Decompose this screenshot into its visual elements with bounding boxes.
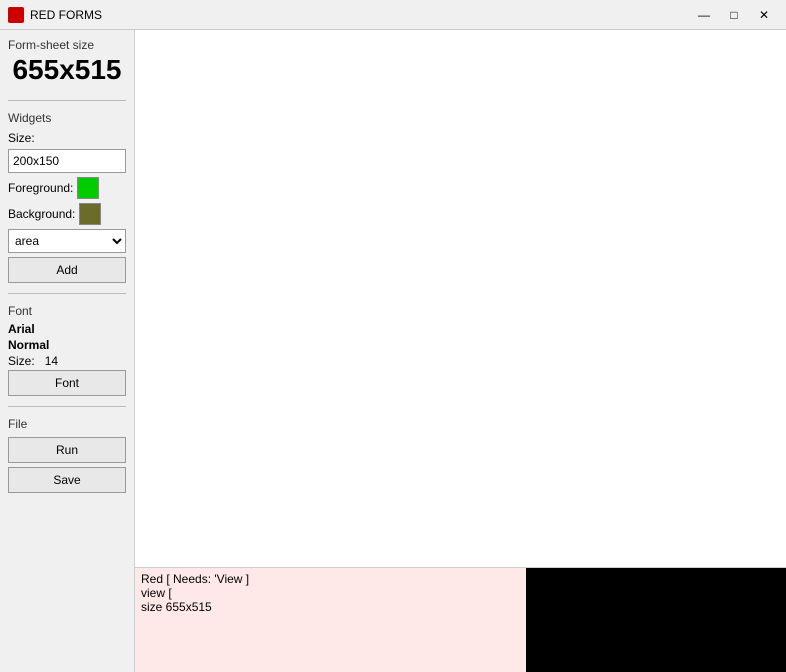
- font-size-row: Size: 14: [8, 354, 126, 368]
- status-right: [526, 567, 786, 672]
- status-line-1: Red [ Needs: 'View ]: [141, 572, 520, 586]
- foreground-label: Foreground:: [8, 181, 73, 195]
- add-button[interactable]: Add: [8, 257, 126, 283]
- font-name: Arial: [8, 322, 126, 336]
- status-line-2: view [: [141, 586, 520, 600]
- font-size-value: 14: [45, 354, 58, 368]
- divider-3: [8, 406, 126, 407]
- form-sheet-size-value: 655x515: [8, 54, 126, 86]
- font-style: Normal: [8, 338, 126, 352]
- size-row: Size:: [8, 131, 126, 145]
- app-icon: [8, 7, 24, 23]
- divider-1: [8, 100, 126, 101]
- widgets-section: Widgets Size: Foreground: Background: ar…: [8, 111, 126, 283]
- minimize-button[interactable]: —: [690, 4, 718, 26]
- font-size-label: Size:: [8, 354, 35, 368]
- title-bar-title: RED FORMS: [30, 8, 690, 22]
- foreground-color-box[interactable]: [77, 177, 99, 199]
- font-button[interactable]: Font: [8, 370, 126, 396]
- background-row: Background:: [8, 203, 126, 225]
- widget-type-dropdown[interactable]: area label button input textarea: [8, 229, 126, 253]
- foreground-row: Foreground:: [8, 177, 126, 199]
- left-panel: Form-sheet size 655x515 Widgets Size: Fo…: [0, 30, 135, 672]
- widgets-label: Widgets: [8, 111, 126, 125]
- title-bar-controls: — □ ✕: [690, 4, 778, 26]
- maximize-button[interactable]: □: [720, 4, 748, 26]
- divider-2: [8, 293, 126, 294]
- status-bar: Red [ Needs: 'View ] view [ size 655x515: [135, 567, 786, 672]
- status-line-3: size 655x515: [141, 600, 520, 614]
- font-section: Font Arial Normal Size: 14 Font: [8, 304, 126, 396]
- file-section-label: File: [8, 417, 126, 431]
- form-sheet-size-label: Form-sheet size: [8, 38, 126, 52]
- close-button[interactable]: ✕: [750, 4, 778, 26]
- canvas-area: Red [ Needs: 'View ] view [ size 655x515: [135, 30, 786, 672]
- size-input[interactable]: [8, 149, 126, 173]
- save-button[interactable]: Save: [8, 467, 126, 493]
- status-left: Red [ Needs: 'View ] view [ size 655x515: [135, 567, 526, 672]
- font-section-label: Font: [8, 304, 126, 318]
- background-color-box[interactable]: [79, 203, 101, 225]
- title-bar: RED FORMS — □ ✕: [0, 0, 786, 30]
- file-section: File Run Save: [8, 417, 126, 493]
- size-label: Size:: [8, 131, 35, 145]
- background-label: Background:: [8, 207, 75, 221]
- run-button[interactable]: Run: [8, 437, 126, 463]
- form-sheet-size-section: Form-sheet size 655x515: [8, 38, 126, 86]
- main-layout: Form-sheet size 655x515 Widgets Size: Fo…: [0, 30, 786, 672]
